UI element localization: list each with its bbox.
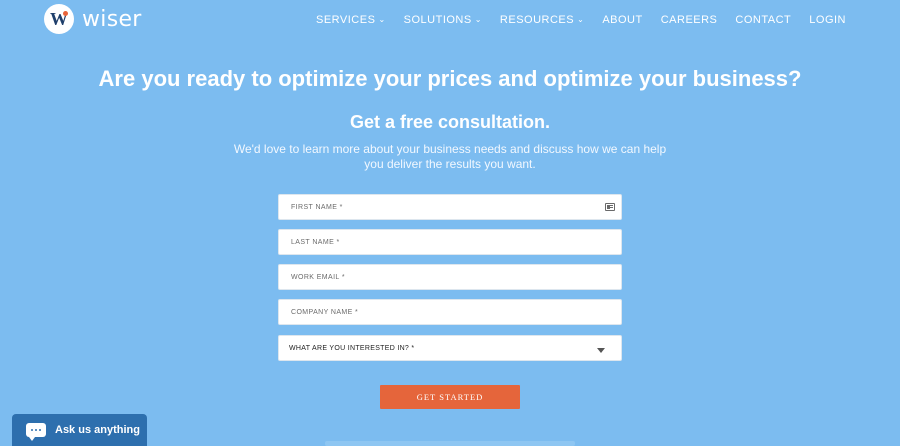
- last-name-input[interactable]: [291, 238, 591, 246]
- nav-item-contact[interactable]: CONTACT: [735, 14, 791, 26]
- nav-label: LOGIN: [809, 14, 846, 26]
- first-name-field-wrapper: [278, 194, 622, 220]
- company-name-input[interactable]: [291, 308, 591, 316]
- work-email-field-wrapper: [278, 264, 622, 290]
- nav-label: CONTACT: [735, 14, 792, 26]
- chevron-down-icon: ⌄: [474, 15, 482, 24]
- logo-dot: [63, 11, 68, 16]
- nav-item-about[interactable]: ABOUT: [602, 14, 642, 26]
- intro-line-1: We'd love to learn more about your busin…: [233, 142, 667, 156]
- page-subheading: Get a free consultation.: [349, 112, 551, 132]
- chevron-down-icon: ⌄: [378, 15, 386, 24]
- nav-label: RESOURCES: [499, 14, 575, 26]
- nav-item-login[interactable]: LOGIN: [809, 14, 846, 26]
- get-started-button[interactable]: GET STARTED: [380, 385, 520, 409]
- chat-widget-button[interactable]: Ask us anything: [12, 414, 147, 446]
- nav-label: SOLUTIONS: [403, 14, 472, 26]
- contact-card-icon[interactable]: [605, 203, 615, 211]
- company-name-field-wrapper: [278, 299, 622, 325]
- nav-item-solutions[interactable]: SOLUTIONS ⌄: [404, 14, 482, 26]
- chat-label: Ask us anything: [55, 424, 140, 436]
- wiser-logo[interactable]: W wiser: [44, 4, 142, 34]
- work-email-input[interactable]: [291, 273, 591, 281]
- nav-item-services[interactable]: SERVICES ⌄: [316, 14, 386, 26]
- top-navigation-bar: W wiser SERVICES ⌄ SOLUTIONS ⌄ RESOURCES…: [0, 0, 900, 40]
- caret-down-icon: [597, 348, 605, 353]
- interest-select[interactable]: WHAT ARE YOU INTERESTED IN? *: [278, 335, 622, 361]
- logo-text: wiser: [82, 6, 142, 32]
- logo-mark-icon: W: [44, 4, 74, 34]
- nav-label: CAREERS: [660, 14, 718, 26]
- first-name-input[interactable]: [291, 203, 591, 211]
- nav-item-resources[interactable]: RESOURCES ⌄: [500, 14, 584, 26]
- nav-item-careers[interactable]: CAREERS: [661, 14, 718, 26]
- interest-select-value: WHAT ARE YOU INTERESTED IN? *: [289, 344, 415, 352]
- page-bottom-edge: [325, 441, 575, 446]
- last-name-field-wrapper: [278, 229, 622, 255]
- nav-label: SERVICES: [316, 14, 376, 26]
- nav-label: ABOUT: [602, 14, 643, 26]
- intro-text: We'd love to learn more about your busin…: [230, 142, 670, 172]
- main-nav: SERVICES ⌄ SOLUTIONS ⌄ RESOURCES ⌄ ABOUT…: [316, 14, 846, 26]
- page-headline: Are you ready to optimize your prices an…: [98, 66, 802, 91]
- chevron-down-icon: ⌄: [577, 15, 585, 24]
- chat-bubble-icon: [26, 423, 46, 441]
- intro-line-2: you deliver the results you want.: [364, 157, 536, 171]
